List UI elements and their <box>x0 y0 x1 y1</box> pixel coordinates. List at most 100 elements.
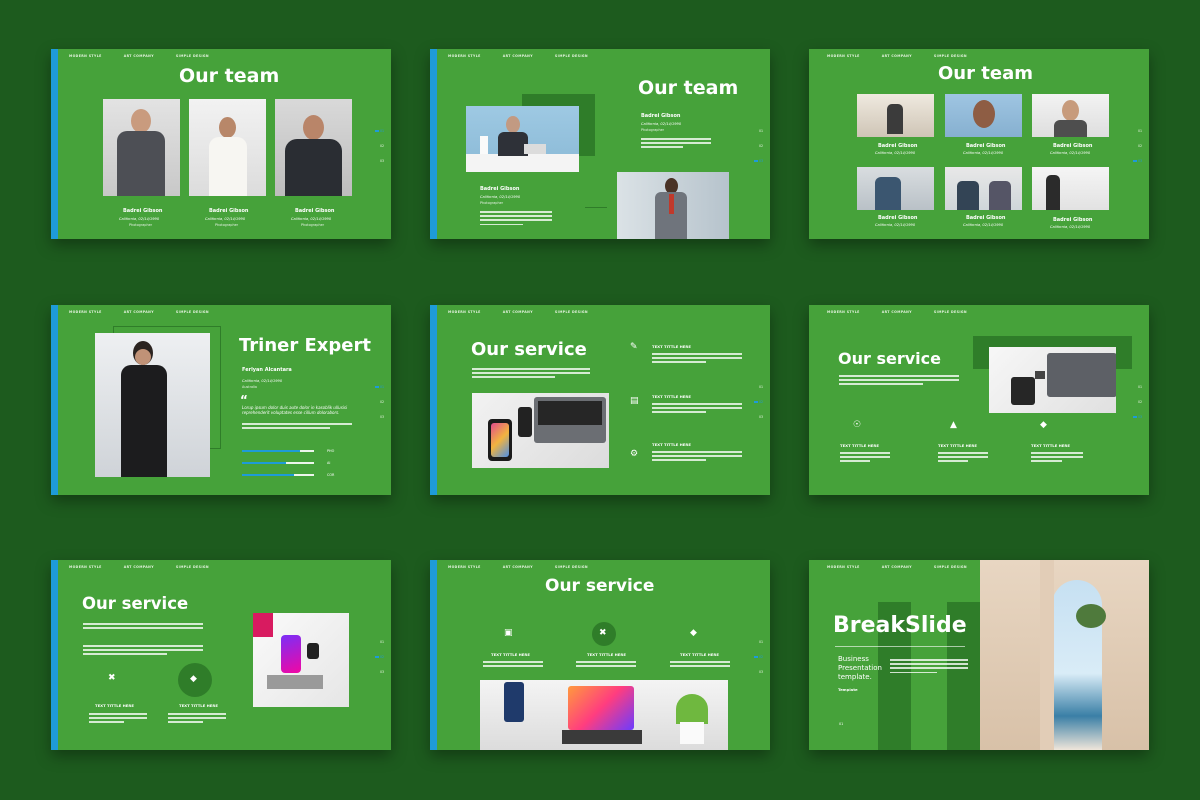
body-text <box>83 623 203 631</box>
office-photo <box>466 106 579 172</box>
slide-nav: MODERN STYLE ART COMPANY SIMPLE DESIGN <box>69 565 209 569</box>
service-title: TEXT TITTLE HERE <box>652 394 691 399</box>
page-number: 03 <box>753 159 763 163</box>
slide-nav: MODERN STYLE ART COMPANY SIMPLE DESIGN <box>827 54 967 58</box>
nav-item: ART COMPANY <box>881 565 912 569</box>
service-title: TEXT TITTLE HERE <box>652 442 691 447</box>
arch-photo <box>980 560 1149 750</box>
page-number: 02 <box>1137 144 1142 148</box>
page-number: 03 <box>379 159 384 163</box>
slide-nav: MODERN STYLE ART COMPANY SIMPLE DESIGN <box>827 565 967 569</box>
member-name: Badrei Gibson <box>1053 143 1093 149</box>
slide-pager: 01 02 03 <box>753 129 763 163</box>
body-text <box>168 713 226 726</box>
member-location: California, 02/14/1990 <box>119 217 160 221</box>
expert-role: Australia <box>242 385 257 389</box>
body-text <box>670 661 730 669</box>
member-name: Badrei Gibson <box>209 208 249 214</box>
slide-title: Our service <box>471 339 587 360</box>
nav-item: SIMPLE DESIGN <box>554 310 589 314</box>
body-text <box>576 661 636 669</box>
member-location: California, 02/14/1990 <box>1050 225 1091 229</box>
member-location: California, 02/14/1990 <box>641 122 682 126</box>
nav-item: ART COMPANY <box>123 54 154 58</box>
page-number: 03 <box>1132 159 1142 163</box>
page-number: 03 <box>379 670 384 674</box>
nav-item: MODERN STYLE <box>827 310 860 314</box>
blocks-icon: ▲ <box>950 420 957 430</box>
page-number: 01 <box>374 129 384 133</box>
skill-fill <box>242 450 300 452</box>
slide-title: BreakSlide <box>833 613 967 638</box>
member-location: California, 02/14/1990 <box>480 195 521 199</box>
page-number: 01 <box>839 722 844 726</box>
team-photo <box>945 167 1022 210</box>
body-text <box>641 138 711 151</box>
template-label: Template <box>838 687 858 692</box>
body-text <box>840 452 890 465</box>
page-number: 02 <box>758 144 763 148</box>
team-photo <box>1032 94 1109 137</box>
accent-bar <box>430 560 437 750</box>
member-location: California, 02/14/1990 <box>963 223 1004 227</box>
page-number: 03 <box>379 415 384 419</box>
body-text <box>472 368 590 381</box>
skill-label: COR <box>327 473 335 477</box>
page-number: 03 <box>758 415 763 419</box>
slide-nav: MODERN STYLE ART COMPANY SIMPLE DESIGN <box>69 54 209 58</box>
tools-icon: ✖ <box>599 628 607 638</box>
slide-nav: MODERN STYLE ART COMPANY SIMPLE DESIGN <box>69 310 209 314</box>
layers-icon: ◆ <box>190 674 197 684</box>
portrait-photo <box>189 99 266 196</box>
slide-triner-expert[interactable]: MODERN STYLE ART COMPANY SIMPLE DESIGN T… <box>51 305 391 495</box>
nav-item: MODERN STYLE <box>448 54 481 58</box>
nav-item: ART COMPANY <box>881 54 912 58</box>
nav-item: SIMPLE DESIGN <box>554 565 589 569</box>
nav-item: ART COMPANY <box>123 565 154 569</box>
slide-pager: 01 02 03 <box>753 385 763 419</box>
page-number: 02 <box>1137 400 1142 404</box>
body-text <box>652 353 742 366</box>
slide-our-team-2[interactable]: MODERN STYLE ART COMPANY SIMPLE DESIGN O… <box>430 49 770 239</box>
slide-our-team-3[interactable]: MODERN STYLE ART COMPANY SIMPLE DESIGN O… <box>809 49 1149 239</box>
slide-pager: 01 02 03 <box>374 640 384 674</box>
expert-quote: Lorup ipsum dolor duis aute dolor in kas… <box>242 405 348 416</box>
nav-item: ART COMPANY <box>502 54 533 58</box>
slide-our-service-1[interactable]: MODERN STYLE ART COMPANY SIMPLE DESIGN O… <box>430 305 770 495</box>
member-name: Badrei Gibson <box>641 113 681 119</box>
nav-item: MODERN STYLE <box>448 565 481 569</box>
page-number: 02 <box>753 400 763 404</box>
lock-icon: ▣ <box>504 628 513 638</box>
member-role: Photographer <box>480 201 504 205</box>
expert-name: Ferlyan Alcantara <box>242 367 292 373</box>
body-text <box>890 659 968 676</box>
slide-breakslide[interactable]: MODERN STYLE ART COMPANY SIMPLE DESIGN B… <box>809 560 1149 750</box>
layers-icon: ◆ <box>1040 420 1047 430</box>
slide-pager: 01 02 03 <box>1132 385 1142 419</box>
skill-label: PHO <box>327 449 335 453</box>
device-photo <box>989 347 1116 413</box>
slide-our-service-4[interactable]: MODERN STYLE ART COMPANY SIMPLE DESIGN O… <box>430 560 770 750</box>
slide-nav: MODERN STYLE ART COMPANY SIMPLE DESIGN <box>448 310 588 314</box>
member-name: Badrei Gibson <box>878 143 918 149</box>
nav-item: MODERN STYLE <box>827 54 860 58</box>
slide-title: Our team <box>638 77 739 99</box>
page-number: 01 <box>379 640 384 644</box>
slide-our-team-1[interactable]: MODERN STYLE ART COMPANY SIMPLE DESIGN O… <box>51 49 391 239</box>
nav-item: SIMPLE DESIGN <box>933 310 968 314</box>
device-photo <box>472 393 609 468</box>
slide-our-service-3[interactable]: MODERN STYLE ART COMPANY SIMPLE DESIGN O… <box>51 560 391 750</box>
service-title: TEXT TITTLE HERE <box>652 344 691 349</box>
member-role: Photographer <box>641 128 665 132</box>
slide-nav: MODERN STYLE ART COMPANY SIMPLE DESIGN <box>827 310 967 314</box>
body-text <box>242 423 352 431</box>
page-number: 02 <box>379 144 384 148</box>
nav-item: SIMPLE DESIGN <box>554 54 589 58</box>
chart-icon: ▤ <box>630 396 639 406</box>
nav-item: MODERN STYLE <box>827 565 860 569</box>
team-photo <box>857 94 934 137</box>
member-name: Badrei Gibson <box>966 143 1006 149</box>
slide-our-service-2[interactable]: MODERN STYLE ART COMPANY SIMPLE DESIGN O… <box>809 305 1149 495</box>
body-text <box>652 451 742 464</box>
service-title: TEXT TITTLE HERE <box>179 703 218 708</box>
